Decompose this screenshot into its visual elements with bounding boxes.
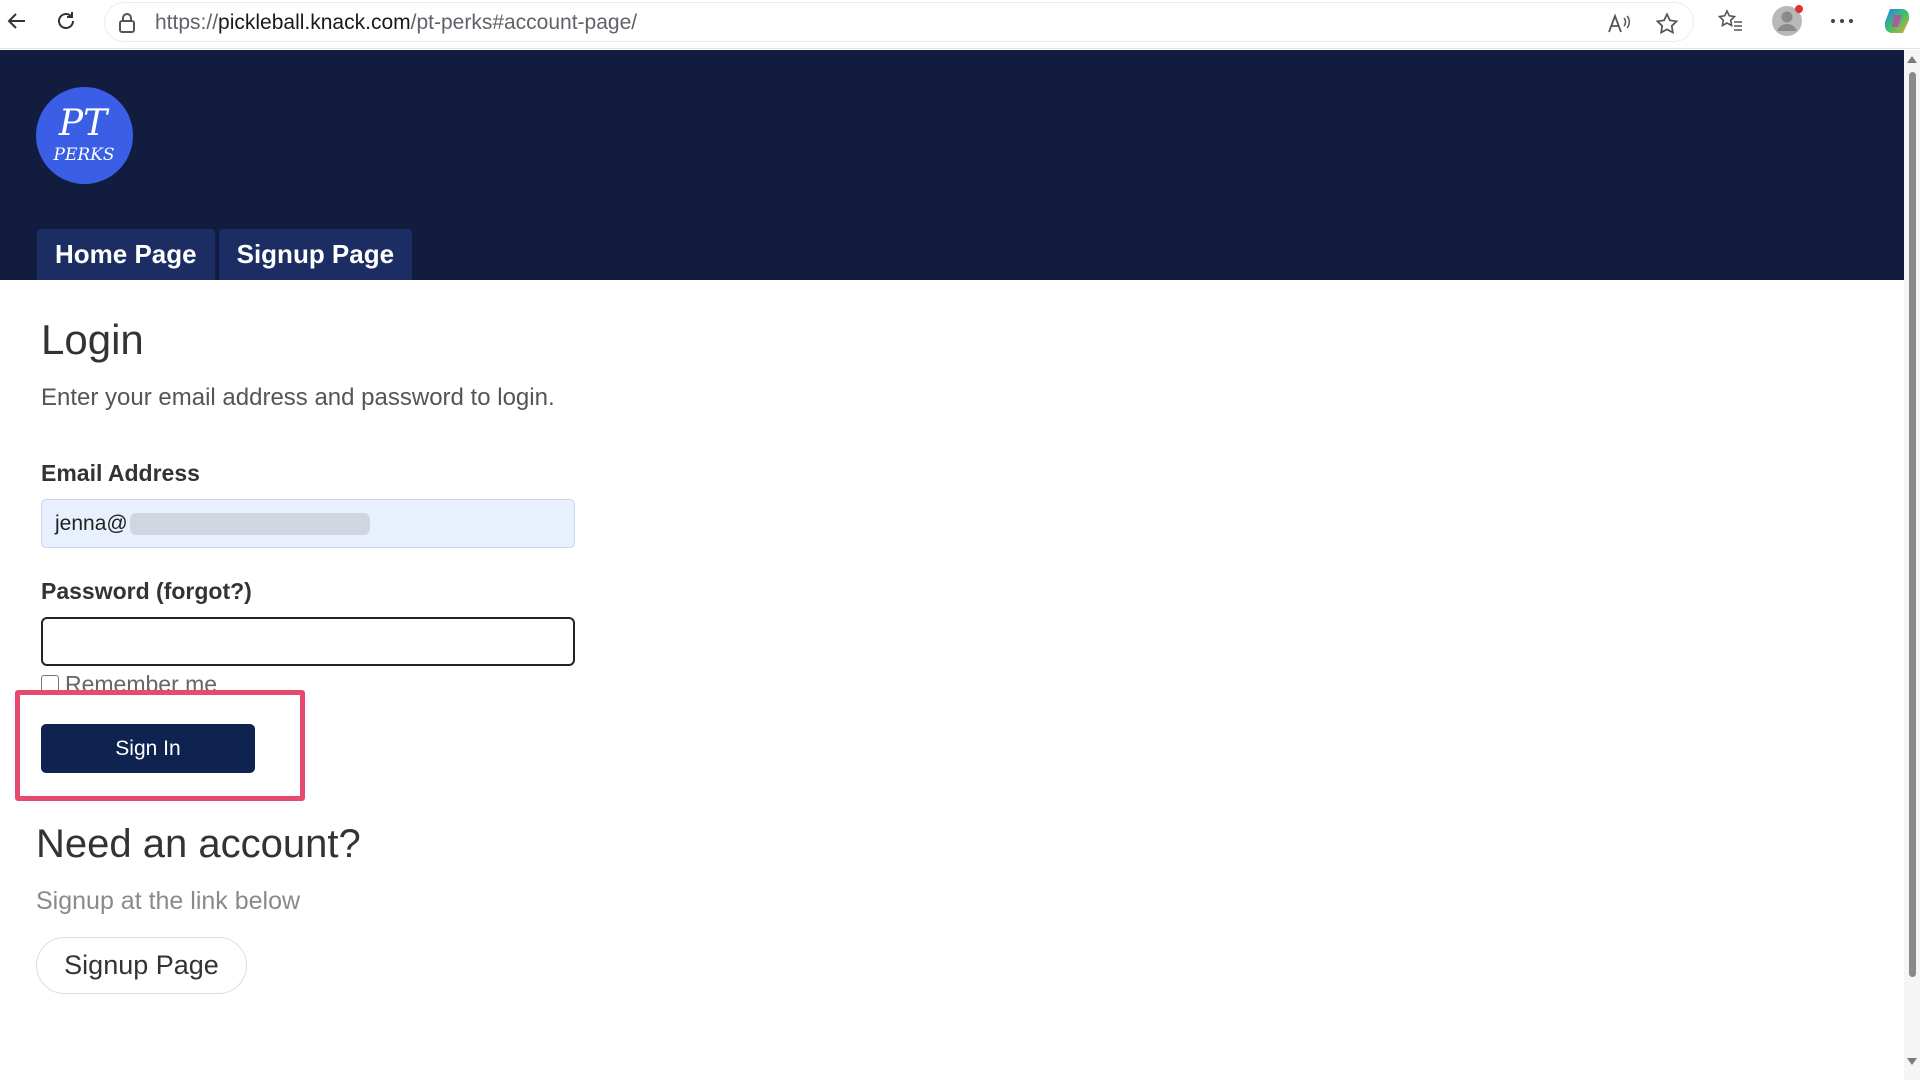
browser-toolbar: https://pickleball.knack.com/pt-perks#ac… — [0, 0, 1920, 49]
email-redacted-blur — [129, 512, 370, 535]
address-bar[interactable]: https://pickleball.knack.com/pt-perks#ac… — [104, 2, 1694, 42]
email-label: Email Address — [41, 460, 200, 486]
password-field[interactable] — [41, 617, 575, 666]
url-text: https://pickleball.knack.com/pt-perks#ac… — [155, 11, 638, 34]
profile-avatar-icon[interactable] — [1770, 4, 1804, 38]
back-button[interactable] — [0, 4, 34, 38]
more-options-icon[interactable] — [1825, 4, 1859, 38]
refresh-button[interactable] — [49, 4, 83, 38]
login-description: Enter your email address and password to… — [41, 384, 555, 411]
nav-signup-page[interactable]: Signup Page — [218, 229, 413, 280]
arrow-left-icon — [7, 13, 25, 29]
svg-text:PERKS: PERKS — [53, 145, 115, 165]
email-field[interactable]: jenna@ — [41, 499, 575, 548]
read-aloud-icon[interactable] — [1605, 10, 1633, 38]
need-account-description: Signup at the link below — [36, 887, 301, 915]
favorites-icon[interactable] — [1714, 4, 1748, 38]
need-account-title: Need an account? — [36, 822, 361, 866]
signup-page-button[interactable]: Signup Page — [36, 937, 247, 994]
sign-in-button[interactable]: Sign In — [41, 724, 255, 773]
login-title: Login — [41, 316, 144, 363]
page-scrollbar[interactable] — [1904, 50, 1920, 1080]
nav-home-page[interactable]: Home Page — [37, 229, 215, 280]
scroll-up-arrow-icon[interactable] — [1907, 56, 1917, 63]
main-nav: Home Page Signup Page — [37, 229, 413, 280]
scrollbar-thumb[interactable] — [1909, 72, 1916, 977]
lock-icon — [117, 12, 137, 38]
email-value: jenna@ — [55, 511, 128, 535]
favorite-star-icon[interactable] — [1653, 10, 1681, 38]
password-label[interactable]: Password (forgot?) — [41, 578, 252, 605]
copilot-icon[interactable] — [1880, 4, 1914, 38]
svg-text:PT: PT — [58, 103, 110, 144]
refresh-icon — [58, 12, 74, 29]
scroll-down-arrow-icon[interactable] — [1907, 1058, 1917, 1065]
app-header: PT PERKS Home Page Signup Page — [0, 50, 1904, 280]
pt-perks-logo[interactable]: PT PERKS — [36, 87, 133, 184]
